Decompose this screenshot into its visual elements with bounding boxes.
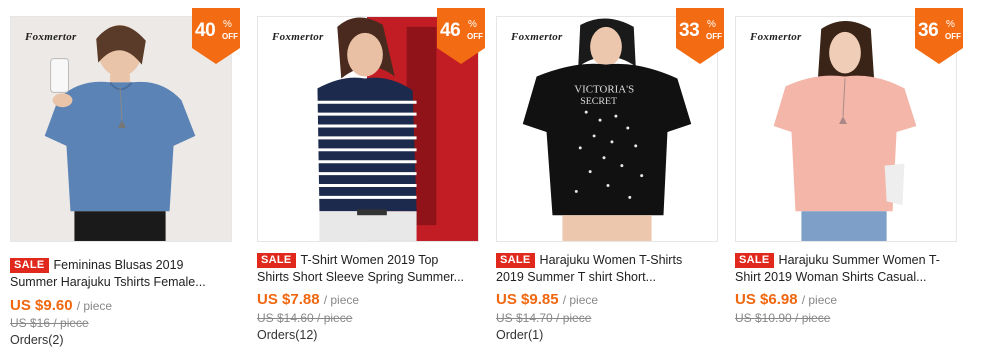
product-title[interactable]: SALE Femininas Blusas 2019 Summer Harajuk…: [10, 257, 232, 291]
title-line-1: Harajuku Women T-Shirts: [539, 253, 683, 267]
product-title[interactable]: SALE Harajuku Summer Women T- Shirt 2019 …: [735, 252, 957, 286]
brand-logo: Foxmertor: [511, 31, 563, 43]
discount-badge: 46 % OFF: [437, 8, 485, 64]
price-value: US $9.85: [496, 291, 559, 308]
product-price: US $7.88 / piece: [257, 291, 359, 308]
brand-logo: Foxmertor: [750, 31, 802, 43]
price-unit: / piece: [801, 293, 838, 307]
sale-badge: SALE: [10, 258, 49, 273]
original-price: US $16 / piece: [10, 316, 89, 330]
discount-percent: %: [946, 19, 955, 30]
discount-badge: 33 % OFF: [676, 8, 724, 64]
original-price: US $14.60 / piece: [257, 311, 353, 325]
price-unit: / piece: [562, 293, 599, 307]
product-title[interactable]: SALE Harajuku Women T-Shirts 2019 Summer …: [496, 252, 718, 286]
discount-percent: %: [707, 19, 716, 30]
discount-off-label: OFF: [222, 32, 238, 41]
product-price: US $9.85 / piece: [496, 291, 598, 308]
title-line-2: 2019 Summer T shirt Short...: [496, 270, 657, 284]
order-count: Order(1): [496, 328, 544, 342]
title-line-1: Harajuku Summer Women T-: [778, 253, 940, 267]
title-line-1: Femininas Blusas 2019: [53, 258, 184, 272]
discount-off-label: OFF: [706, 32, 722, 41]
discount-value: 46: [440, 20, 461, 41]
original-price: US $10.90 / piece: [735, 311, 831, 325]
svg-text:VICTORIA'S: VICTORIA'S: [574, 83, 634, 95]
discount-percent: %: [223, 19, 232, 30]
discount-value: 40: [195, 20, 216, 41]
brand-logo: Foxmertor: [272, 31, 324, 43]
brand-logo: Foxmertor: [25, 31, 77, 43]
price-unit: / piece: [76, 299, 113, 313]
discount-value: 36: [918, 20, 939, 41]
discount-percent: %: [468, 19, 477, 30]
discount-value: 33: [679, 20, 700, 41]
sale-badge: SALE: [735, 253, 774, 268]
price-value: US $6.98: [735, 291, 798, 308]
sale-badge: SALE: [496, 253, 535, 268]
price-value: US $7.88: [257, 291, 320, 308]
product-title[interactable]: SALE T-Shirt Women 2019 Top Shirts Short …: [257, 252, 479, 286]
discount-badge: 40 % OFF: [192, 8, 240, 64]
order-count: Orders(12): [257, 328, 318, 342]
discount-badge: 36 % OFF: [915, 8, 963, 64]
title-line-2: Shirts Short Sleeve Spring Summer...: [257, 270, 465, 284]
discount-off-label: OFF: [467, 32, 483, 41]
product-price: US $6.98 / piece: [735, 291, 837, 308]
order-count: Orders(2): [10, 333, 64, 347]
title-line-2: Shirt 2019 Woman Shirts Casual...: [735, 270, 927, 284]
title-line-1: T-Shirt Women 2019 Top: [300, 253, 439, 267]
product-price: US $9.60 / piece: [10, 297, 112, 314]
sale-badge: SALE: [257, 253, 296, 268]
svg-text:SECRET: SECRET: [580, 96, 617, 107]
original-price: US $14.70 / piece: [496, 311, 592, 325]
discount-off-label: OFF: [945, 32, 961, 41]
price-value: US $9.60: [10, 297, 73, 314]
title-line-2: Summer Harajuku Tshirts Female...: [10, 275, 206, 289]
price-unit: / piece: [323, 293, 360, 307]
